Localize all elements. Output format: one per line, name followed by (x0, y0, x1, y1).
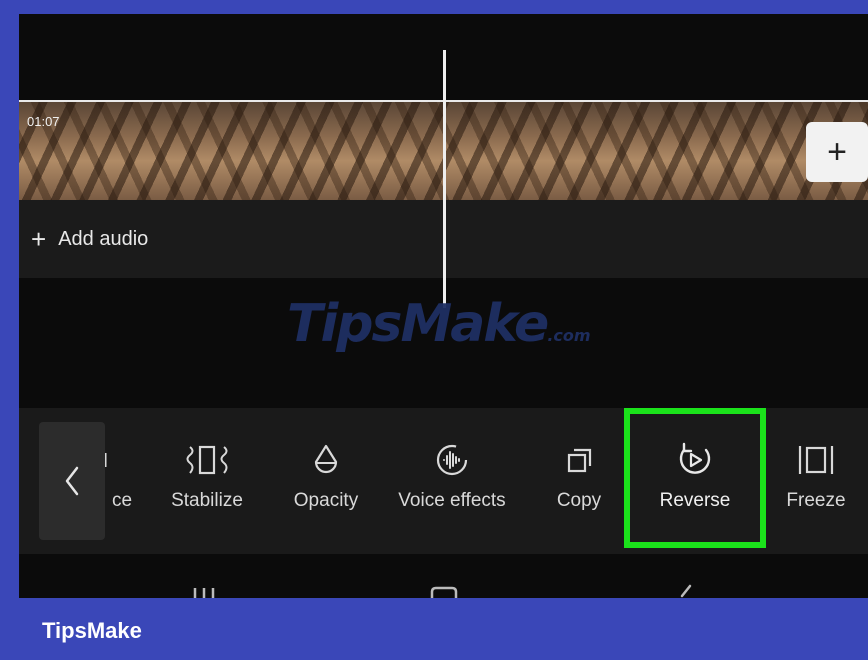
plus-icon: + (31, 224, 47, 254)
tool-stabilize-label: Stabilize (171, 490, 243, 511)
tool-opacity-label: Opacity (293, 490, 359, 511)
chevron-left-icon (65, 466, 79, 496)
system-nav-bar (19, 554, 868, 598)
voice-effects-icon (432, 442, 472, 478)
freeze-icon (796, 442, 836, 478)
recent-apps-icon[interactable] (189, 584, 219, 598)
tool-partial-label: ce (111, 490, 133, 511)
plus-icon: + (827, 132, 847, 171)
add-clip-button[interactable]: + (806, 122, 868, 182)
reverse-highlight-box (624, 408, 766, 548)
footer-brand: TipsMake (42, 618, 142, 643)
tool-copy[interactable]: Copy (539, 408, 619, 554)
add-audio-label: Add audio (58, 227, 149, 250)
toolbar-back-button[interactable] (39, 422, 105, 540)
watermark-logo: TipsMake.com (287, 294, 591, 354)
tool-freeze-label: Freeze (786, 490, 846, 511)
stabilize-icon (185, 442, 229, 478)
tool-opacity[interactable]: Opacity (280, 408, 372, 554)
home-icon[interactable] (429, 586, 459, 598)
tool-stabilize[interactable]: Stabilize (157, 408, 257, 554)
opacity-drop-icon (312, 442, 340, 478)
clip-duration: 01:07 (27, 114, 60, 129)
playhead[interactable] (443, 50, 446, 308)
copy-icon (562, 442, 596, 478)
video-editor-screen: 01:07 + + Add audio TipsMake.com ce Stab… (19, 14, 868, 598)
tool-voice-effects-label: Voice effects (398, 490, 506, 511)
tool-voice-effects[interactable]: Voice effects (387, 408, 517, 554)
edit-toolbar: ce Stabilize Opacity Voice effects Copy … (19, 408, 868, 554)
tool-copy-label: Copy (556, 490, 602, 511)
back-nav-icon[interactable] (674, 584, 698, 598)
tool-freeze[interactable]: Freeze (779, 408, 853, 554)
